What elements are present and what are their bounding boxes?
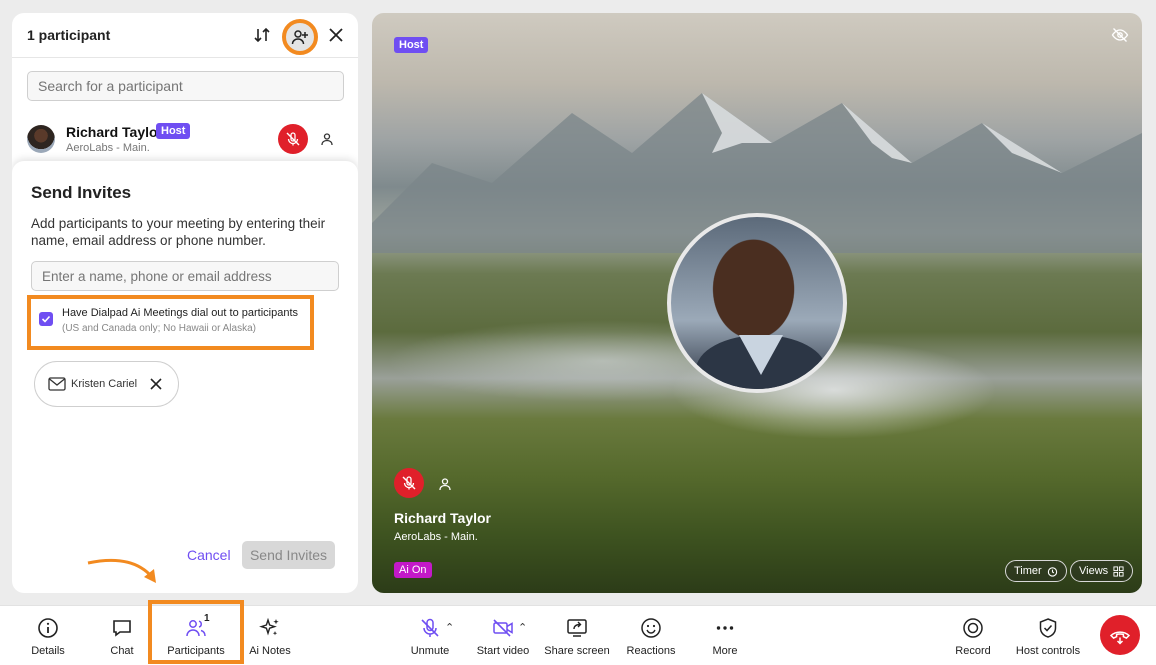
share-screen-button[interactable]: Share screen [544,606,610,665]
unmute-options-chevron-icon[interactable]: ⌃ [445,621,454,634]
chat-label: Chat [110,645,134,657]
start-video-label: Start video [476,645,530,657]
video-participant-name: Richard Taylor [394,510,491,526]
reactions-button[interactable]: Reactions [626,606,676,665]
dialout-checkbox[interactable] [39,312,53,326]
video-tile: Host Richard Taylor AeroLabs - Main. Ai … [372,13,1142,593]
dialout-label: Have Dialpad Ai Meetings dial out to par… [62,307,299,319]
close-icon[interactable] [326,25,346,45]
chat-icon [111,617,133,639]
invite-input[interactable] [31,261,339,291]
share-screen-label: Share screen [544,645,610,657]
timer-button[interactable]: Timer [1005,560,1067,582]
host-controls-button[interactable]: Host controls [1014,606,1082,665]
remove-invitee-icon[interactable] [147,375,165,393]
sparkle-icon [259,617,281,639]
video-off-icon: ⌃ [492,617,527,639]
add-participant-button[interactable] [282,19,318,55]
views-button[interactable]: Views [1070,560,1134,582]
participants-panel: 1 participant Richard Taylor Host AeroLa… [12,13,358,593]
mic-off-icon: ⌃ [419,617,454,639]
timer-label: Timer [1014,565,1042,577]
send-invites-card: Send Invites Add participants to your me… [12,161,358,593]
panel-title: 1 participant [27,27,111,43]
ai-notes-button[interactable]: Ai Notes [248,606,292,665]
grid-icon [1113,565,1124,577]
more-dots-icon [714,617,736,639]
participant-name: Richard Taylor [66,124,163,140]
invite-description: Add participants to your meeting by ente… [31,216,326,248]
share-screen-icon [566,617,588,639]
mail-icon [48,376,66,392]
video-person-icon[interactable] [436,475,454,493]
more-button[interactable]: More [704,606,746,665]
record-label: Record [955,645,991,657]
details-label: Details [31,645,65,657]
record-button[interactable]: Record [953,606,993,665]
participant-row: Richard Taylor Host AeroLabs - Main. [12,113,358,163]
reactions-label: Reactions [626,645,676,657]
host-badge: Host [156,123,191,139]
invitee-name: Kristen Cariel [71,378,138,390]
dialout-option: Have Dialpad Ai Meetings dial out to par… [27,295,314,350]
info-icon [37,617,59,639]
invitee-chip: Kristen Cariel [34,361,179,407]
participants-highlight [148,600,244,664]
hangup-icon [1109,631,1131,645]
hide-self-view-icon[interactable] [1110,25,1130,45]
chat-button[interactable]: Chat [102,606,142,665]
annotation-arrow [87,558,156,583]
video-participant-subtitle: AeroLabs - Main. [394,531,478,543]
shield-check-icon [1037,617,1059,639]
details-button[interactable]: Details [26,606,70,665]
avatar [27,125,55,153]
search-participant-input[interactable] [27,71,344,101]
end-call-button[interactable] [1100,615,1140,655]
participant-subtitle: AeroLabs - Main. [66,142,150,154]
cancel-button[interactable]: Cancel [187,547,231,563]
start-video-button[interactable]: ⌃ Start video [476,606,530,665]
video-options-chevron-icon[interactable]: ⌃ [518,621,527,634]
smiley-icon [640,617,662,639]
record-icon [962,617,984,639]
video-host-badge: Host [394,37,429,53]
unmute-label: Unmute [410,645,450,657]
mic-muted-icon[interactable] [278,124,308,154]
send-invites-button[interactable]: Send Invites [242,541,335,569]
more-label: More [712,645,738,657]
panel-header: 1 participant [12,13,358,58]
views-label: Views [1079,565,1109,577]
invite-title: Send Invites [31,183,132,202]
timer-icon [1047,566,1057,577]
ai-status-badge: Ai On [394,562,432,578]
person-icon[interactable] [318,130,336,148]
unmute-button[interactable]: ⌃ Unmute [408,606,454,665]
sort-icon[interactable] [252,25,272,45]
ai-notes-label: Ai Notes [249,645,291,657]
participant-video-avatar [667,213,847,393]
host-controls-label: Host controls [1015,645,1081,657]
dialout-sublabel: (US and Canada only; No Hawaii or Alaska… [62,323,256,334]
video-mic-muted-icon[interactable] [394,468,424,498]
